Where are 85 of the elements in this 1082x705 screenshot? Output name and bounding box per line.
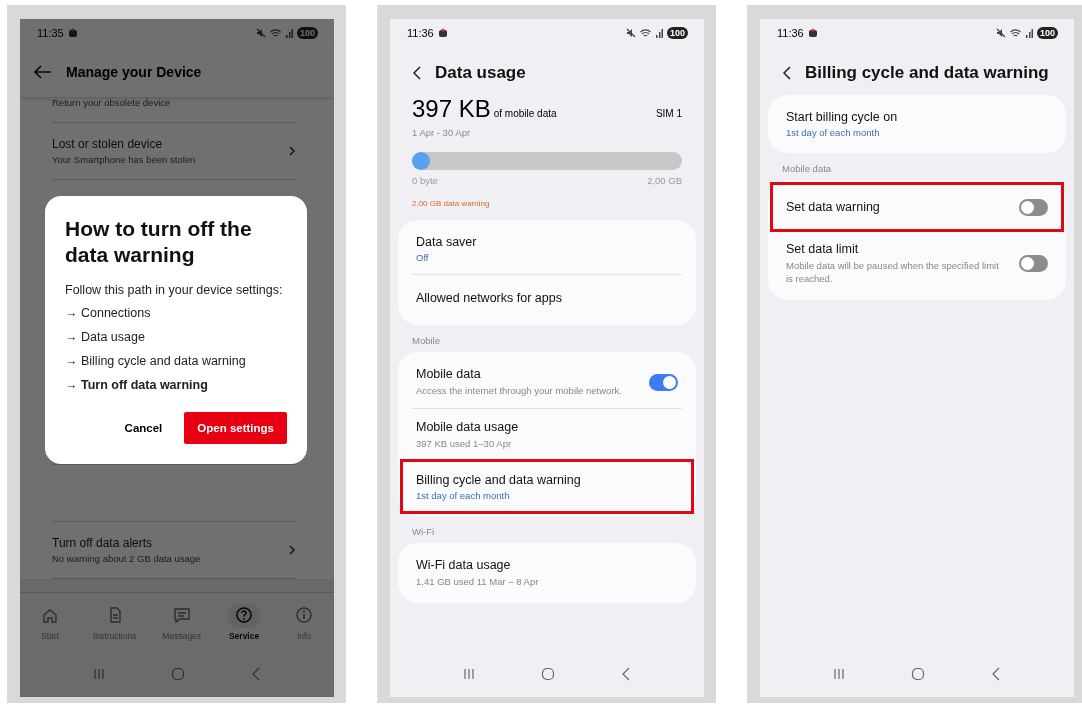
mute-icon [995,28,1006,38]
recents-icon[interactable] [463,668,475,680]
setting-row[interactable]: Start billing cycle on 1st day of each month [782,99,1052,149]
list-item-subtitle: Your Smartphone has been stolen [52,154,197,165]
dialog-title: How to turn off the data warning [65,216,253,268]
back-icon[interactable] [412,66,421,80]
highlighted-setting-row[interactable]: Set data warning [772,184,1062,230]
toggle-switch[interactable] [1019,198,1048,216]
home-icon[interactable] [911,667,925,681]
setting-title: Billing cycle and data warning [416,473,582,487]
setting-description: 1,41 GB used 11 Mar – 8 Apr [416,575,540,588]
back-arrow-icon[interactable] [34,65,52,79]
status-time: 11:36 [777,27,804,39]
setting-row[interactable]: Allowed networks for apps [412,274,682,321]
setting-title: Data saver [416,235,478,249]
info-icon [295,605,313,624]
setting-value: 1st day of each month [416,490,511,501]
min-label: 0 byte [412,175,438,186]
warning-label: 2,00 GB data warning [411,198,491,210]
path-step: → Data usage [65,330,287,344]
list-item-subtitle: Return your obsolete device [52,97,172,108]
section-header: Wi-Fi [411,525,436,539]
setting-row[interactable]: Mobile data usage 397 KB used 1–30 Apr [412,408,682,461]
wifi-icon [269,28,281,38]
setting-value: Off [416,252,430,263]
setting-title: Allowed networks for apps [416,291,563,305]
header-title: Manage your Device [66,64,202,80]
setting-row[interactable]: Wi-Fi data usage 1,41 GB used 11 Mar – 8 Apr [412,547,682,599]
signal-icon [1024,28,1033,38]
setting-row[interactable]: Set data limit Mobile data will be paused when the specified limit is reached. [782,230,1052,296]
status-time: 11:35 [37,27,64,39]
section-header: Mobile [411,334,441,348]
message-icon [172,605,191,624]
battery-indicator: 100 [1036,27,1058,39]
back-icon[interactable] [782,66,791,80]
section-header: Mobile data [781,162,833,176]
notification-icon [807,28,818,38]
battery-indicator: 100 [666,27,688,39]
page-title: Data usage [435,63,526,83]
path-step: → Billing cycle and data warning [65,354,287,368]
max-label: 2,00 GB [647,175,682,186]
setting-value: 1st day of each month [786,127,881,138]
help-icon [235,605,254,624]
dialog-text: Follow this path in your device settings: [65,282,284,299]
signal-icon [654,28,663,38]
highlighted-setting-row[interactable]: Billing cycle and data warning 1st day of each month [402,461,692,512]
path-step: → Connections [65,306,287,320]
setting-title: Mobile data usage [416,420,520,434]
list-item-subtitle: No warning about 2 GB data usage [52,553,202,564]
sim-label: SIM 1 [655,108,682,119]
home-icon[interactable] [171,667,185,681]
data-amount-unit: of mobile data [493,108,558,119]
home-icon[interactable] [541,667,555,681]
cancel-button[interactable]: Cancel [118,416,169,440]
list-item-title[interactable]: Turn off data alerts [52,536,289,550]
mute-icon [255,28,266,38]
setting-description: 397 KB used 1–30 Apr [416,437,513,450]
notification-icon [67,28,78,38]
page-title: Billing cycle and data warning [805,63,1049,83]
setting-description: Mobile data will be paused when the specified limit is reached. [786,259,1000,285]
toggle-switch[interactable] [1019,255,1048,272]
open-settings-button[interactable]: Open settings [184,412,287,444]
recents-icon[interactable] [833,668,845,680]
data-amount: 397 KB [412,95,491,123]
wifi-icon [639,28,651,38]
notification-icon [437,28,448,38]
period-label: 1 Apr - 30 Apr [411,126,472,138]
chevron-icon[interactable] [289,146,296,156]
mute-icon [625,28,636,38]
chevron-icon[interactable] [289,545,296,555]
signal-icon [284,28,293,38]
status-time: 11:36 [407,27,434,39]
setting-description: Access the internet through your mobile network. [416,384,623,397]
setting-row[interactable]: Mobile data Access the internet through your mobile network. [412,356,682,408]
list-item-title[interactable]: Lost or stolen device [52,137,289,151]
path-step: → Turn off data warning [65,378,287,392]
toggle-switch[interactable] [649,373,678,391]
setting-title: Wi-Fi data usage [416,558,512,572]
setting-title: Set data limit [786,242,860,256]
setting-row[interactable]: Data saver Off [412,224,682,274]
setting-title: Mobile data [416,367,482,381]
setting-title: Set data warning [786,200,881,214]
battery-indicator: 100 [296,27,318,39]
setting-title: Start billing cycle on [786,110,899,124]
wifi-icon [1009,28,1021,38]
